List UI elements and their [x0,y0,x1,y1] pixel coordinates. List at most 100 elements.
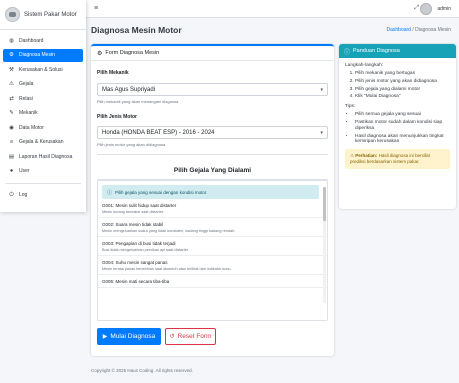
symptom-item[interactable]: G003: Pengapian di busi tidak terjadi Bus… [98,237,327,256]
sidebar-item-label: Data Motor [19,124,44,131]
symptom-title: G003: Pengapian di busi tidak terjadi [102,241,176,246]
sidebar-item-label: Laporan Hasil Diagnosa [19,153,73,160]
user-icon: ● [9,168,14,174]
step-item: Pilih jenis motor yang akan didiagnosa [355,79,450,85]
sidebar-item-label: Gejala & Kerusakan [19,139,64,145]
brand-name: Sistem Pakar Motor [24,11,77,18]
sidebar: Sistem Pakar Motor ◍ Dashboard ⚙ Diagnosa M… [0,0,86,212]
sidebar-item-diagnosa-mesin[interactable]: ⚙ Diagnosa Mesin [3,48,83,62]
cog-icon: ⚙ [9,52,14,58]
page-title: Diagnosa Mesin Motor [91,25,182,35]
diagnosis-form-card: ⚙ Form Diagnosa Mesin Pilih Mekanik Mas … [91,44,334,356]
motor-label: Pilih Jenis Motor [97,114,138,120]
sidebar-item-user[interactable]: ● User [3,165,83,178]
form-card-title: Form Diagnosa Mesin [105,50,160,56]
reset-form-button[interactable]: ↺ Reset Form [165,328,216,345]
relation-icon: ⇄ [9,95,14,102]
menu-toggle-icon[interactable]: ≡ [94,5,98,12]
symptom-item[interactable]: G002: Suara mesin tidak stabil Mesin meng… [98,218,327,237]
guide-panel: ⓘ Panduan Diagnosa Langkah-langkah: Pili… [339,44,456,209]
mechanic-select[interactable]: Mas Agus Supriyadi ▾ [97,83,328,96]
play-icon: ▶ [102,334,108,340]
sidebar-item-mekanik[interactable]: ✎ Mekanik [3,107,83,120]
brand-logo-icon [5,7,20,22]
divider [97,154,328,155]
sidebar-item-logout[interactable]: ⏻ Log [3,189,83,202]
sidebar-item-dashboard[interactable]: ◍ Dashboard [3,34,83,47]
fullscreen-icon[interactable]: ⤢ [414,5,419,12]
sidebar-divider [5,182,81,184]
breadcrumb-home[interactable]: Dashboard [387,27,411,33]
symptom-title: G002: Suara mesin tidak stabil [102,222,164,227]
motorcycle-icon: ◉ [9,124,14,131]
start-diagnosis-button[interactable]: ▶ Mulai Diagnosa [97,328,161,345]
symptom-title: G005: Mesin mati secara tiba-tiba [102,279,170,284]
undo-icon: ↺ [169,334,175,340]
tips-heading: Tips: [345,104,356,110]
brand[interactable]: Sistem Pakar Motor [0,0,86,30]
symptom-list[interactable]: ⓘ Pilih gejala yang sesuai dengan kondis… [97,180,328,321]
sidebar-item-laporan-hasil-diagnosa[interactable]: ▤ Laporan Hasil Diagnosa [3,150,83,163]
breadcrumb-current: Diagnosa Mesin [415,27,451,33]
symptom-item[interactable]: G005: Mesin mati secara tiba-tiba [98,275,327,288]
sidebar-item-label: Gejala [19,81,34,87]
tip-item: Hasil diagnosa akan menunjukkan tingkat … [355,134,450,146]
symptom-info-alert: ⓘ Pilih gejala yang sesuai dengan kondis… [102,185,319,199]
topbar: ≡ ⤢ admin [86,0,459,18]
sidebar-item-label: User [19,168,30,174]
sidebar-item-label: Mekanik [19,110,38,116]
step-item: Pilih mekanik yang bertugas [355,71,450,77]
motor-select-value: Honda (HONDA BEAT ESP) - 2016 - 2024 [102,129,215,136]
warning-icon: ⚠ [9,81,14,87]
mechanic-select-value: Mas Agus Supriyadi [102,86,156,93]
tools-icon: ⚒ [9,66,14,73]
steps-heading: Langkah-langkah: [345,63,384,68]
warning-label: Perhatian: [355,153,378,159]
tips-list: Pilih semua gejala yang sesuai Pastikan m… [345,112,450,145]
step-item: Klik "Mulai Diagnosa" [355,94,450,100]
footer: Copyright © 2025 Haus Coding. All rights… [91,368,193,373]
chevron-down-icon: ▾ [320,130,323,136]
symptoms-section-title: Pilih Gejala Yang Dialami [173,167,252,174]
sidebar-item-relasi[interactable]: ⇄ Relasi [3,92,83,105]
symptom-description: Mesin kurang bereaksi saat distarter. [102,210,165,214]
steps-list: Pilih mekanik yang bertugas Pilih jenis m… [345,71,450,100]
symptom-description: Mesin terasa panas berlebihan saat disen… [102,267,232,271]
mechanic-help: Pilih mekanik yang akan menangani diagno… [97,99,179,104]
symptom-title: G001: Mesin sulit hidup saat distarter [102,203,177,208]
avatar[interactable] [420,3,432,15]
user-name[interactable]: admin [437,6,451,12]
symptom-item[interactable]: G004: Suhu mesin sangat panas Mesin teras… [98,256,327,275]
tip-item: Pastikan motor sudah dalam kondisi siap … [355,120,450,132]
sidebar-item-label: Log [19,192,28,198]
step-item: Pilih gejala yang dialami motor [355,87,450,93]
motor-help: Pilih jenis motor yang akan didiagnosa [97,142,166,147]
symptom-scrollbar[interactable] [323,187,326,303]
wrench-icon: ✎ [9,110,14,116]
sidebar-item-label: Kerusakan & Solusi [19,66,63,73]
guide-body: Langkah-langkah: Pilih mekanik yang bert… [339,58,456,174]
reset-form-label: Reset Form [177,333,212,340]
guide-title: Panduan Diagnosa [353,48,400,54]
symptom-description: Mesin mengeluarkan suara yang tidak kons… [102,229,236,233]
symptom-items: G001: Mesin sulit hidup saat distarter Me… [98,199,327,288]
sidebar-nav: ◍ Dashboard ⚙ Diagnosa Mesin ⚒ Kerusakan & So… [0,30,86,207]
symptom-item[interactable]: G001: Mesin sulit hidup saat distarter Me… [98,199,327,218]
info-icon: ⓘ [344,49,351,56]
mechanic-label: Pilih Mekanik [97,70,129,76]
sidebar-item-gejala[interactable]: ⚠ Gejala [3,78,83,91]
sidebar-item-label: Relasi [19,95,33,102]
scrollbar-thumb[interactable] [323,187,326,221]
sidebar-item-kerusakan-solusi[interactable]: ⚒ Kerusakan & Solusi [3,63,83,76]
start-diagnosis-label: Mulai Diagnosa [110,333,156,340]
symptom-title: G004: Suhu mesin sangat panas [102,260,168,265]
symptom-info-text: Pilih gejala yang sesuai dengan kondisi … [115,189,208,195]
sidebar-item-data-motor[interactable]: ◉ Data Motor [3,121,83,134]
sidebar-item-gejala-kerusakan[interactable]: ≡ Gejala & Kerusakan [3,136,83,149]
dashboard-icon: ◍ [9,37,14,44]
guide-header: ⓘ Panduan Diagnosa [339,44,456,58]
list-icon: ≡ [9,139,14,145]
guide-warning: ⚠ Perhatian: Hasil diagnosa ini bersifat… [345,149,450,170]
motor-select[interactable]: Honda (HONDA BEAT ESP) - 2016 - 2024 ▾ [97,126,328,139]
breadcrumb: Dashboard / Diagnosa Mesin [387,27,452,33]
